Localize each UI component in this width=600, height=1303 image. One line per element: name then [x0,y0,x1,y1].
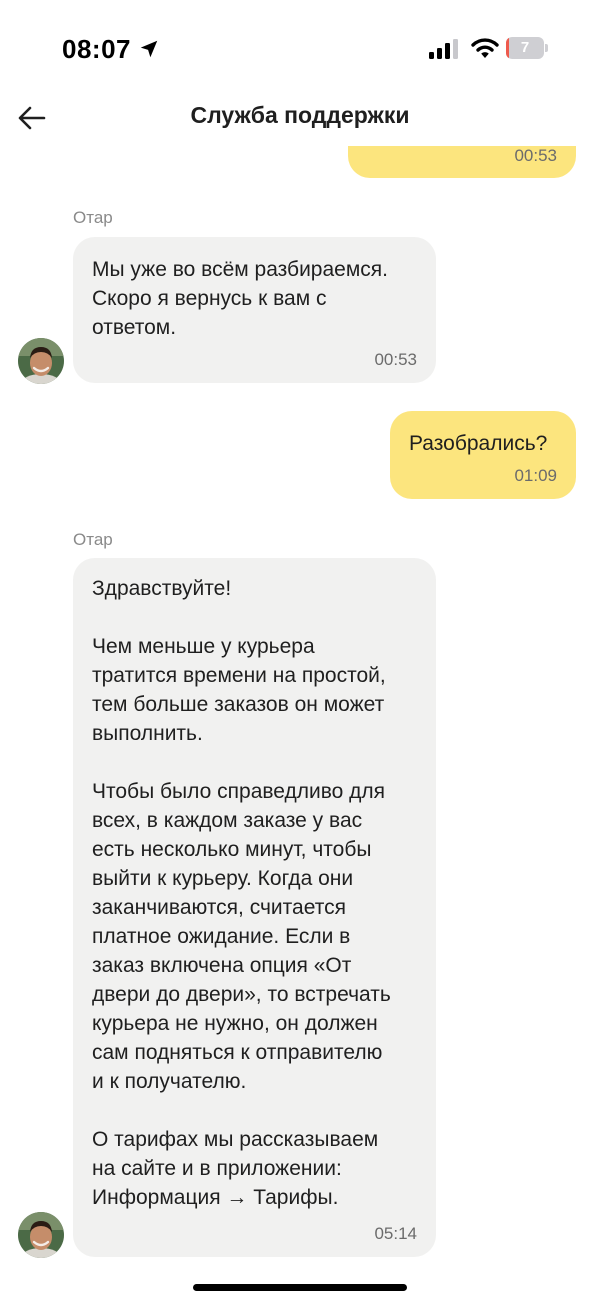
battery-level: 7 [520,39,530,56]
message-text: Мы уже во всём разбираемся. Скоро я верн… [92,258,388,339]
battery-icon: 7 [506,37,548,59]
sender-name: Отар [73,208,113,227]
message-text: Разобрались? [409,432,548,455]
chat-header: Служба поддержки [0,96,600,146]
avatar[interactable] [18,1212,64,1258]
message-bubble-incoming[interactable]: Здравствуйте! Чем меньше у курьера трати… [73,558,436,1257]
home-indicator[interactable] [193,1284,407,1291]
agent-avatar-image [18,1212,64,1258]
message-time: 00:53 [514,146,557,165]
signal-icon [429,39,458,59]
chat-messages[interactable]: 00:53 Отар Мы уже во всём разбираемся. С… [0,146,600,1266]
screen: 08:07 7 Служба поддержки 00:53 Отар Мы у… [0,0,600,1303]
message-time: 01:09 [514,466,557,485]
page-title: Служба поддержки [190,102,410,128]
message-bubble-incoming[interactable]: Мы уже во всём разбираемся. Скоро я верн… [73,237,436,383]
message-bubble-outgoing[interactable]: 00:53 [348,146,576,178]
message-time: 00:53 [374,350,417,369]
message-time: 05:14 [374,1224,417,1243]
sender-name: Отар [73,530,113,549]
avatar[interactable] [18,338,64,384]
message-bubble-outgoing[interactable]: Разобрались? 01:09 [390,411,576,499]
message-text: Здравствуйте! Чем меньше у курьера трати… [92,577,391,1209]
location-arrow-icon [140,40,158,58]
status-time: 08:07 [62,34,131,64]
wifi-icon [471,38,499,58]
agent-avatar-image [18,338,64,384]
status-bar: 08:07 7 [0,0,600,96]
